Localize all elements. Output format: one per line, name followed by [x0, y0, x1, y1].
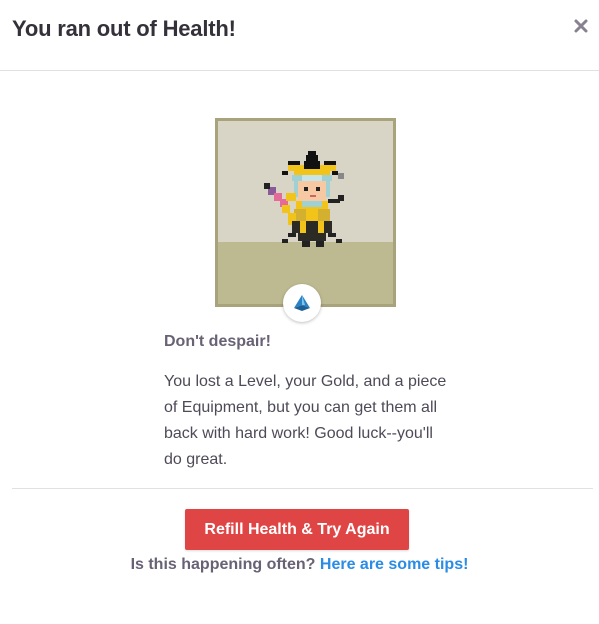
class-badge-icon	[294, 295, 310, 311]
close-icon[interactable]	[571, 16, 593, 38]
tips-link[interactable]: Here are some tips!	[320, 556, 469, 573]
class-badge	[283, 284, 321, 322]
avatar-portrait	[215, 118, 396, 307]
avatar-sprite	[264, 151, 344, 247]
modal-header: You ran out of Health!	[0, 0, 599, 71]
refill-health-button[interactable]: Refill Health & Try Again	[185, 509, 409, 550]
message-subtitle: Don't despair!	[164, 333, 271, 350]
death-modal: You ran out of Health! Don't despair! Yo…	[0, 0, 599, 624]
message-body: You lost a Level, your Gold, and a piece…	[164, 373, 447, 468]
tips-prefix: Is this happening often?	[130, 556, 316, 573]
modal-title: You ran out of Health!	[12, 16, 236, 41]
divider	[12, 488, 593, 489]
tips-line: Is this happening often? Here are some t…	[0, 556, 599, 574]
